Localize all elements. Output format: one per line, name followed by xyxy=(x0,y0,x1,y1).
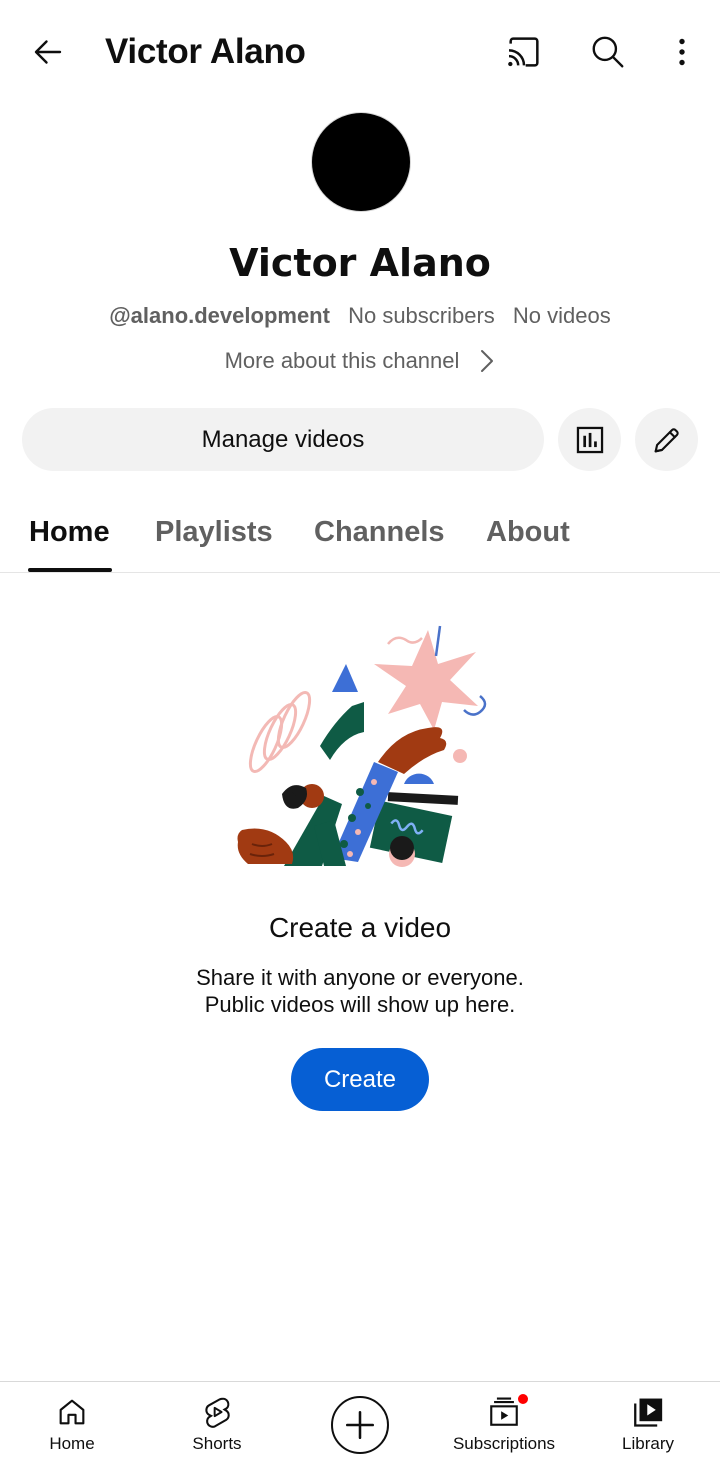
home-icon xyxy=(55,1394,89,1430)
shorts-icon xyxy=(200,1394,234,1430)
nav-library[interactable]: Library xyxy=(612,1382,684,1471)
channel-handle: @alano.development xyxy=(109,303,330,328)
search-button[interactable] xyxy=(584,28,632,76)
manage-videos-button[interactable]: Manage videos xyxy=(22,408,544,471)
analytics-button[interactable] xyxy=(558,408,621,471)
page-title: Victor Alano xyxy=(105,32,306,71)
nav-home-label: Home xyxy=(49,1434,95,1453)
library-icon xyxy=(631,1394,665,1430)
tab-about[interactable]: About xyxy=(486,514,570,550)
more-about-label: More about this channel xyxy=(224,348,460,373)
video-count: No videos xyxy=(512,303,611,328)
channel-avatar[interactable] xyxy=(312,113,410,211)
create-button[interactable]: Create xyxy=(291,1048,429,1111)
empty-state-title: Create a video xyxy=(268,912,452,943)
subscriber-count: No subscribers xyxy=(348,303,495,328)
pencil-icon xyxy=(654,427,679,452)
cast-icon xyxy=(508,37,539,67)
nav-subscriptions[interactable]: Subscriptions xyxy=(444,1382,564,1471)
channel-tabs: Home Playlists Channels About xyxy=(0,500,720,573)
edit-channel-button[interactable] xyxy=(635,408,698,471)
nav-shorts[interactable]: Shorts xyxy=(181,1382,253,1471)
chevron-right-icon xyxy=(481,350,494,372)
more-about-channel-link[interactable]: More about this channel xyxy=(0,345,720,377)
tab-home[interactable]: Home xyxy=(29,514,110,550)
subscriptions-icon xyxy=(486,1392,530,1430)
nav-subscriptions-label: Subscriptions xyxy=(452,1434,556,1453)
bottom-navigation: Home Shorts Subscriptions Library xyxy=(0,1381,720,1471)
nav-shorts-label: Shorts xyxy=(192,1434,242,1453)
channel-name: Victor Alano xyxy=(229,241,491,285)
nav-home[interactable]: Home xyxy=(36,1382,108,1471)
empty-state-description-line-1: Share it with anyone or everyone. xyxy=(196,965,524,990)
empty-state-description: Share it with anyone or everyone. Public… xyxy=(0,964,720,1018)
tab-channels[interactable]: Channels xyxy=(314,514,445,550)
create-video-illustration xyxy=(237,625,487,867)
nav-create-button[interactable] xyxy=(331,1396,389,1454)
channel-meta: @alano.development No subscribers No vid… xyxy=(0,300,720,332)
subscriptions-notification-dot xyxy=(516,1392,530,1406)
nav-library-label: Library xyxy=(622,1434,674,1453)
search-icon xyxy=(592,36,624,68)
cast-button[interactable] xyxy=(500,28,548,76)
analytics-icon xyxy=(576,426,603,453)
more-vertical-icon xyxy=(679,38,685,66)
create-plus-icon xyxy=(345,1410,375,1440)
tab-playlists[interactable]: Playlists xyxy=(155,514,273,550)
top-app-bar: Victor Alano xyxy=(0,0,720,100)
back-button[interactable] xyxy=(24,28,72,76)
active-tab-indicator xyxy=(28,568,112,572)
back-arrow-icon xyxy=(34,40,62,64)
more-options-button[interactable] xyxy=(658,28,706,76)
empty-state-description-line-2: Public videos will show up here. xyxy=(204,992,516,1017)
